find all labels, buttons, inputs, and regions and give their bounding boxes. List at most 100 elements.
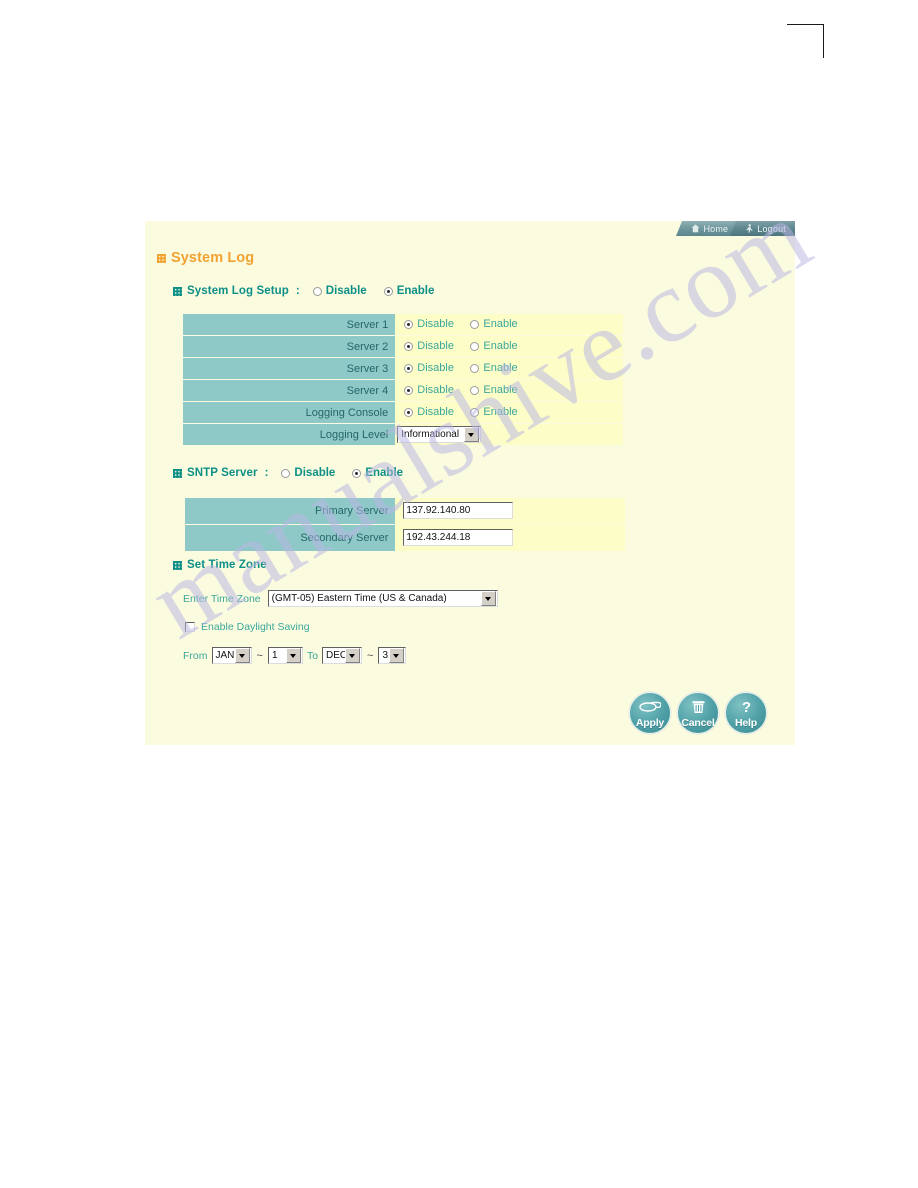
crop-registration-mark [787,24,824,58]
row-label: Logging Console [183,402,396,424]
radio-label: Enable [365,467,404,479]
radio-dot [470,407,480,417]
server1-radio-disable[interactable]: Disable [404,318,454,330]
sntp-radio-disable[interactable]: Disable [281,467,335,479]
server3-radio-disable[interactable]: Disable [404,362,454,374]
logging-level-select[interactable]: Informational [397,425,482,443]
from-label: From [183,649,208,662]
section-sntp-server: SNTP Server : Disable Enable [173,467,415,479]
table-row: Server 1 Disable Enable [183,314,623,336]
table-row: Logging Console Disable Enable [183,402,623,424]
system-log-setup-radio-enable[interactable]: Enable [383,285,435,297]
help-button-label: Help [735,717,757,729]
range-tilde: ~ [256,649,263,662]
from-day-select[interactable]: 1 [267,647,303,664]
nav-tab-logout-label: Logout [757,223,786,234]
server1-radio-enable[interactable]: Enable [470,318,518,330]
radio-dot [352,468,362,478]
section-colon: : [264,467,269,479]
table-row: Server 4 Disable Enable [183,380,623,402]
radio-label: Enable [483,384,518,396]
section-set-time-zone: Set Time Zone [173,559,267,571]
server4-radio-enable[interactable]: Enable [470,384,518,396]
daylight-range-row: From JAN ~ 1 To DEC ~ 31 [183,647,407,664]
radio-dot [470,319,480,329]
radio-label: Disable [417,406,454,418]
page-title-row: System Log [157,250,254,266]
cancel-button-label: Cancel [681,717,715,729]
daylight-saving-row: Enable Daylight Saving [185,621,310,633]
section-title: SNTP Server [187,467,258,479]
enable-daylight-saving-checkbox[interactable] [185,622,195,632]
logging-console-radio-disable[interactable]: Disable [404,406,454,418]
table-row: Secondary Server 192.43.244.18 [185,525,625,551]
grid-bullet-icon [173,560,182,570]
to-day-select[interactable]: 31 [378,647,407,664]
table-row: Logging Level Informational [183,424,623,445]
radio-dot [312,286,322,296]
row-label: Server 4 [183,380,396,402]
radio-dot [470,385,480,395]
server2-radio-enable[interactable]: Enable [470,340,518,352]
row-value: 192.43.244.18 [395,525,625,551]
cancel-button[interactable]: Cancel [677,692,719,734]
from-day-value: 1 [271,650,278,661]
row-label: Server 1 [183,314,396,336]
logging-level-value: Informational [401,428,460,440]
grid-bullet-icon [173,286,182,296]
row-value: Disable Enable [395,358,623,380]
radio-label: Enable [483,406,518,418]
chevron-down-icon [389,648,405,663]
row-label: Server 2 [183,336,396,358]
radio-label: Disable [294,467,336,479]
table-row: Server 3 Disable Enable [183,358,623,380]
trash-can-icon [678,699,718,714]
grid-bullet-icon [157,253,166,263]
from-month-value: JAN [215,650,235,661]
nav-tab-home[interactable]: Home [676,221,738,236]
section-title: System Log Setup [187,285,289,297]
range-tilde: ~ [367,649,374,662]
radio-label: Enable [483,340,518,352]
enable-daylight-saving-label: Enable Daylight Saving [201,621,310,633]
radio-dot [281,468,291,478]
radio-dot [383,286,393,296]
to-label: To [306,649,319,662]
radio-dot [404,385,414,395]
home-icon [691,224,700,233]
apply-button-label: Apply [635,717,665,729]
from-month-select[interactable]: JAN [211,647,252,664]
time-zone-value: (GMT-05) Eastern Time (US & Canada) [271,593,447,604]
row-value: Informational [395,424,623,445]
radio-label: Disable [417,384,454,396]
nav-tab-logout[interactable]: Logout [730,221,795,236]
svg-text:?: ? [741,699,750,714]
web-ui-panel: Home Logout System Log System Log Setup … [145,221,795,745]
apply-button[interactable]: Apply [629,692,671,734]
radio-label: Enable [396,285,435,297]
help-button[interactable]: ? Help [725,692,767,734]
to-month-select[interactable]: DEC [322,647,363,664]
radio-label: Disable [417,318,454,330]
time-zone-select[interactable]: (GMT-05) Eastern Time (US & Canada) [267,590,498,607]
secondary-server-input[interactable]: 192.43.244.18 [403,529,514,547]
primary-server-input[interactable]: 137.92.140.80 [403,502,514,520]
enter-time-zone-row: Enter Time Zone (GMT-05) Eastern Time (U… [183,590,498,607]
radio-label: Disable [417,340,454,352]
sntp-radio-enable[interactable]: Enable [352,467,403,479]
row-value: Disable Enable [395,402,623,424]
system-log-setup-radio-disable[interactable]: Disable [312,285,367,297]
chevron-down-icon [345,648,361,663]
server2-radio-disable[interactable]: Disable [404,340,454,352]
nav-tabs: Home Logout [676,221,795,236]
section-title: Set Time Zone [187,559,267,571]
chevron-down-icon [480,591,496,606]
section-colon: : [295,285,300,297]
question-mark-icon: ? [726,699,766,714]
row-value: 137.92.140.80 [395,498,625,525]
radio-dot [404,319,414,329]
server3-radio-enable[interactable]: Enable [470,362,518,374]
logging-console-radio-enable[interactable]: Enable [470,406,518,418]
server4-radio-disable[interactable]: Disable [404,384,454,396]
radio-label: Enable [483,362,518,374]
